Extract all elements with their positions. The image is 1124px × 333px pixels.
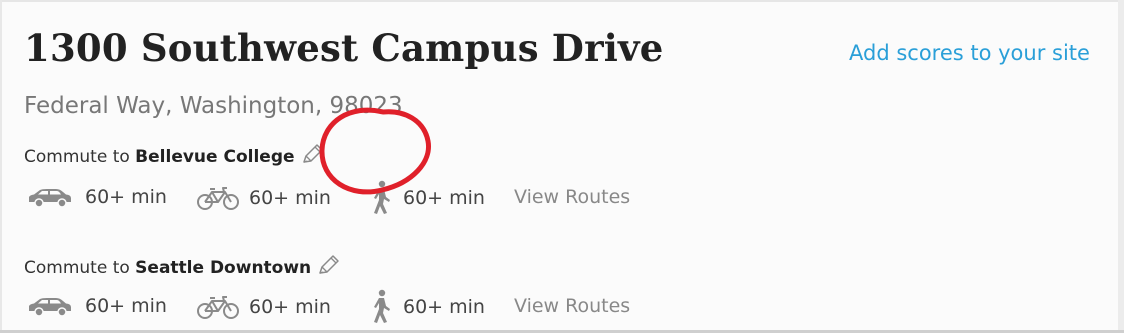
commute-car: 60+ min — [27, 185, 167, 209]
commute-destination: Seattle Downtown — [135, 258, 312, 278]
car-time: 60+ min — [85, 295, 167, 317]
car-icon — [27, 185, 73, 209]
commute-prefix: Commute to — [24, 258, 130, 278]
view-routes-link[interactable]: View Routes — [514, 295, 630, 317]
walking-person-icon — [370, 180, 392, 214]
view-routes-link[interactable]: View Routes — [514, 186, 630, 208]
address-location: Federal Way, Washington, 98023 — [24, 93, 403, 119]
card-right-border — [1118, 0, 1124, 333]
car-time: 60+ min — [85, 186, 167, 208]
walk-time: 60+ min — [403, 296, 485, 318]
add-scores-link[interactable]: Add scores to your site — [849, 41, 1090, 65]
pencil-icon[interactable] — [317, 254, 341, 281]
commute-bike: 60+ min — [196, 294, 331, 320]
address-card: 1300 Southwest Campus Drive Add scores t… — [0, 0, 1124, 333]
commute-walk: 60+ min — [370, 180, 485, 214]
card-top-border — [0, 0, 1124, 2]
commute-prefix: Commute to — [24, 147, 130, 167]
commute-bike: 60+ min — [196, 185, 331, 211]
bike-time: 60+ min — [249, 296, 331, 318]
walk-time: 60+ min — [403, 187, 485, 209]
commute-label: Commute to Bellevue College — [24, 143, 325, 170]
walking-person-icon — [370, 289, 392, 323]
commute-walk: 60+ min — [370, 289, 485, 323]
bicycle-icon — [196, 294, 240, 320]
car-icon — [27, 294, 73, 318]
commute-label: Commute to Seattle Downtown — [24, 254, 341, 281]
pencil-icon[interactable] — [301, 143, 325, 170]
commute-destination: Bellevue College — [135, 147, 295, 167]
card-left-border — [0, 0, 2, 333]
address-title: 1300 Southwest Campus Drive — [24, 26, 664, 70]
commute-car: 60+ min — [27, 294, 167, 318]
bike-time: 60+ min — [249, 187, 331, 209]
bicycle-icon — [196, 185, 240, 211]
